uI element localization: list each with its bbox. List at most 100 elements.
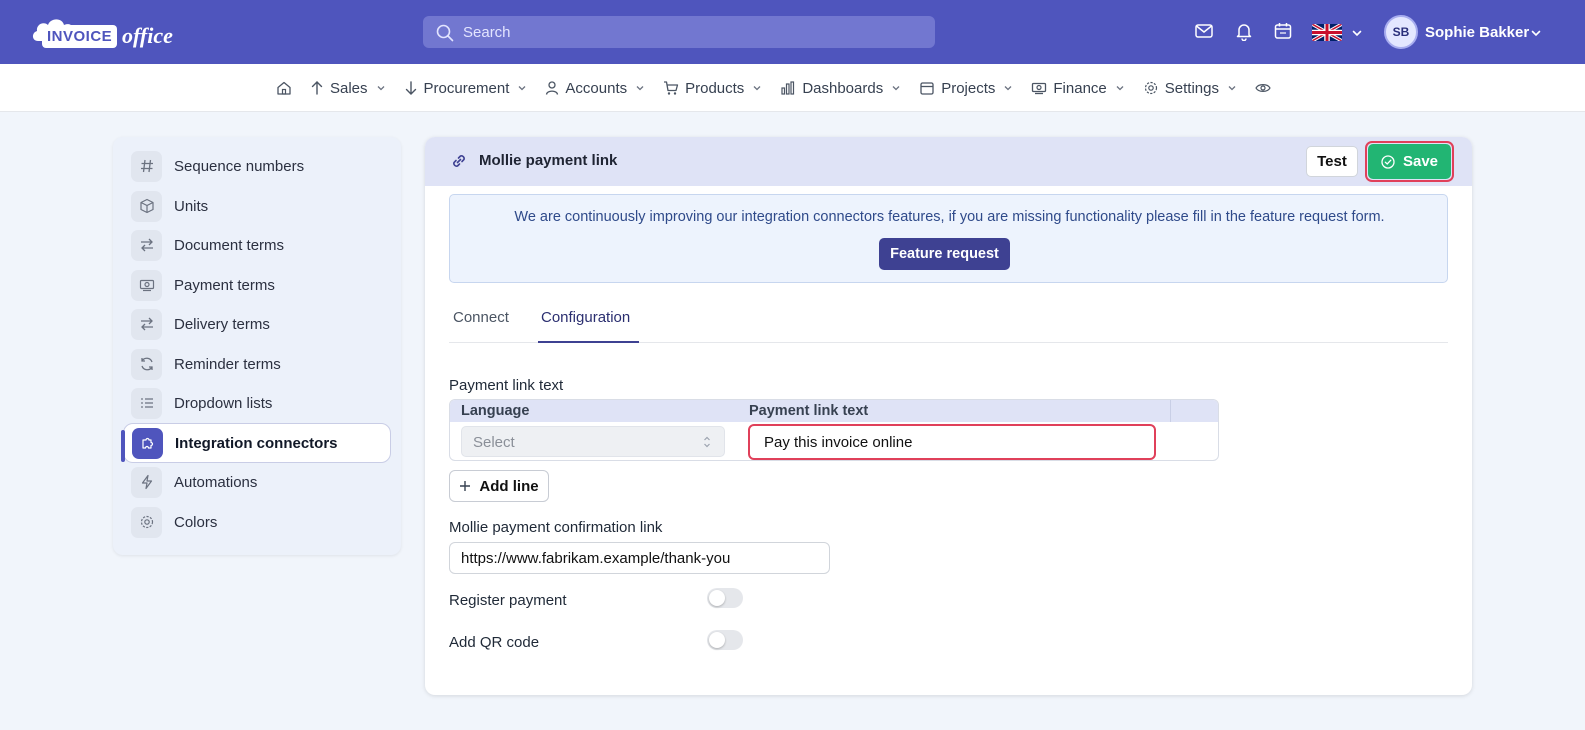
language-select[interactable]: Select bbox=[461, 426, 725, 457]
add-line-label: Add line bbox=[479, 477, 539, 495]
plus-icon bbox=[460, 481, 471, 491]
bell-icon[interactable] bbox=[1234, 21, 1254, 41]
nav-finance[interactable]: Finance bbox=[1031, 80, 1124, 97]
chevron-down-icon bbox=[1228, 86, 1236, 91]
toggle-knob bbox=[709, 632, 725, 648]
nav-home[interactable] bbox=[276, 80, 292, 96]
active-indicator bbox=[121, 430, 125, 462]
connector-card: Mollie payment link Test Save We are con… bbox=[425, 137, 1472, 695]
sidebar-item-integration-connectors[interactable]: Integration connectors bbox=[123, 423, 391, 463]
cube-icon bbox=[131, 190, 162, 222]
search-input[interactable] bbox=[463, 16, 923, 48]
nav-sales-label: Sales bbox=[330, 79, 368, 97]
payment-link-text-label: Payment link text bbox=[449, 377, 564, 394]
table-header: Language Payment link text bbox=[450, 400, 1218, 422]
sidebar-item-automations[interactable]: Automations bbox=[123, 462, 391, 502]
logo-text-invoice: INVOICE bbox=[42, 25, 118, 48]
gear-icon bbox=[131, 506, 162, 538]
nav-procurement[interactable]: Procurement bbox=[404, 80, 528, 97]
add-qr-code-label: Add QR code bbox=[449, 634, 540, 651]
gear-icon bbox=[1144, 81, 1157, 95]
language-select-placeholder: Select bbox=[473, 434, 515, 451]
link-icon bbox=[453, 155, 465, 167]
sidebar-item-sequence-numbers[interactable]: Sequence numbers bbox=[123, 146, 391, 186]
payment-link-table: Language Payment link text Select bbox=[449, 399, 1219, 461]
column-divider bbox=[1170, 400, 1171, 422]
nav-projects-label: Projects bbox=[941, 79, 996, 97]
sidebar-item-payment-terms[interactable]: Payment terms bbox=[123, 265, 391, 305]
top-header: INVOICE office SB Sophie Ba bbox=[0, 0, 1585, 64]
nav-projects[interactable]: Projects bbox=[919, 80, 1013, 97]
arrow-down-icon bbox=[405, 81, 416, 95]
chevron-down-icon[interactable] bbox=[1351, 27, 1363, 39]
search-icon bbox=[436, 24, 454, 42]
money-icon bbox=[131, 269, 162, 301]
chevron-down-icon[interactable] bbox=[1530, 27, 1542, 39]
payment-link-text-input[interactable] bbox=[748, 424, 1156, 460]
chevron-down-icon bbox=[753, 86, 761, 91]
uk-flag-icon[interactable] bbox=[1312, 24, 1342, 41]
nav-procurement-label: Procurement bbox=[423, 79, 510, 97]
cart-icon bbox=[664, 81, 679, 95]
calendar-icon[interactable] bbox=[1273, 21, 1293, 41]
tab-bar: Connect Configuration bbox=[449, 297, 1448, 343]
chevron-down-icon bbox=[518, 86, 526, 91]
info-notice: We are continuously improving our integr… bbox=[449, 194, 1448, 283]
test-button[interactable]: Test bbox=[1306, 146, 1358, 177]
sidebar-item-label: Reminder terms bbox=[174, 355, 281, 373]
user-name[interactable]: Sophie Bakker bbox=[1425, 24, 1529, 41]
sidebar-item-reminder-terms[interactable]: Reminder terms bbox=[123, 344, 391, 384]
toggle-knob bbox=[709, 590, 725, 606]
sidebar-item-colors[interactable]: Colors bbox=[123, 502, 391, 542]
mail-icon[interactable] bbox=[1194, 21, 1214, 41]
save-button[interactable]: Save bbox=[1368, 144, 1451, 179]
card-title: Mollie payment link bbox=[479, 152, 618, 169]
hash-icon bbox=[131, 150, 162, 182]
nav-accounts-label: Accounts bbox=[565, 79, 628, 97]
select-arrows-icon bbox=[704, 436, 710, 448]
nav-settings[interactable]: Settings bbox=[1143, 80, 1237, 97]
money-icon bbox=[1032, 82, 1047, 95]
main-nav: Sales Procurement Accounts Products Dash… bbox=[0, 64, 1585, 112]
column-header-language: Language bbox=[461, 403, 530, 419]
eye-icon bbox=[1255, 84, 1271, 92]
confirmation-link-input[interactable] bbox=[449, 542, 830, 574]
search-bar[interactable] bbox=[423, 16, 935, 48]
nav-products[interactable]: Products bbox=[663, 80, 762, 97]
feature-request-button[interactable]: Feature request bbox=[879, 238, 1010, 270]
nav-accounts[interactable]: Accounts bbox=[545, 80, 645, 97]
nav-dashboards-label: Dashboards bbox=[802, 79, 884, 97]
sidebar-item-dropdown-lists[interactable]: Dropdown lists bbox=[123, 383, 391, 423]
active-tab-underline bbox=[538, 341, 639, 343]
sidebar-item-document-terms[interactable]: Document terms bbox=[123, 225, 391, 265]
column-header-payment-link-text: Payment link text bbox=[749, 403, 869, 419]
tab-connect[interactable]: Connect bbox=[453, 309, 509, 326]
chevron-down-icon bbox=[1116, 86, 1124, 91]
tab-configuration[interactable]: Configuration bbox=[541, 309, 630, 326]
add-line-button[interactable]: Add line bbox=[449, 470, 549, 502]
arrows-exchange-icon bbox=[131, 308, 162, 340]
nav-settings-label: Settings bbox=[1164, 79, 1219, 97]
sidebar-item-label: Integration connectors bbox=[175, 434, 338, 452]
user-icon bbox=[546, 81, 559, 95]
add-qr-code-toggle[interactable] bbox=[707, 630, 743, 650]
register-payment-toggle[interactable] bbox=[707, 588, 743, 608]
sidebar-item-label: Document terms bbox=[174, 236, 285, 254]
sidebar-item-delivery-terms[interactable]: Delivery terms bbox=[123, 304, 391, 344]
arrows-exchange-icon bbox=[131, 229, 162, 261]
nav-preview[interactable] bbox=[1255, 80, 1271, 96]
sidebar-item-label: Units bbox=[174, 197, 209, 215]
avatar[interactable]: SB bbox=[1384, 15, 1418, 49]
sidebar-item-units[interactable]: Units bbox=[123, 186, 391, 226]
arrow-up-icon bbox=[311, 81, 323, 95]
register-payment-label: Register payment bbox=[449, 592, 567, 609]
nav-dashboards[interactable]: Dashboards bbox=[780, 80, 901, 97]
chevron-down-icon bbox=[892, 86, 900, 91]
nav-sales[interactable]: Sales bbox=[310, 80, 386, 97]
sidebar-item-label: Dropdown lists bbox=[174, 394, 273, 412]
lightning-icon bbox=[131, 466, 162, 498]
invoiceoffice-logo[interactable]: INVOICE office bbox=[30, 13, 180, 53]
sidebar-item-label: Colors bbox=[174, 513, 218, 531]
card-header: Mollie payment link Test Save bbox=[425, 137, 1472, 186]
refresh-icon bbox=[131, 348, 162, 380]
